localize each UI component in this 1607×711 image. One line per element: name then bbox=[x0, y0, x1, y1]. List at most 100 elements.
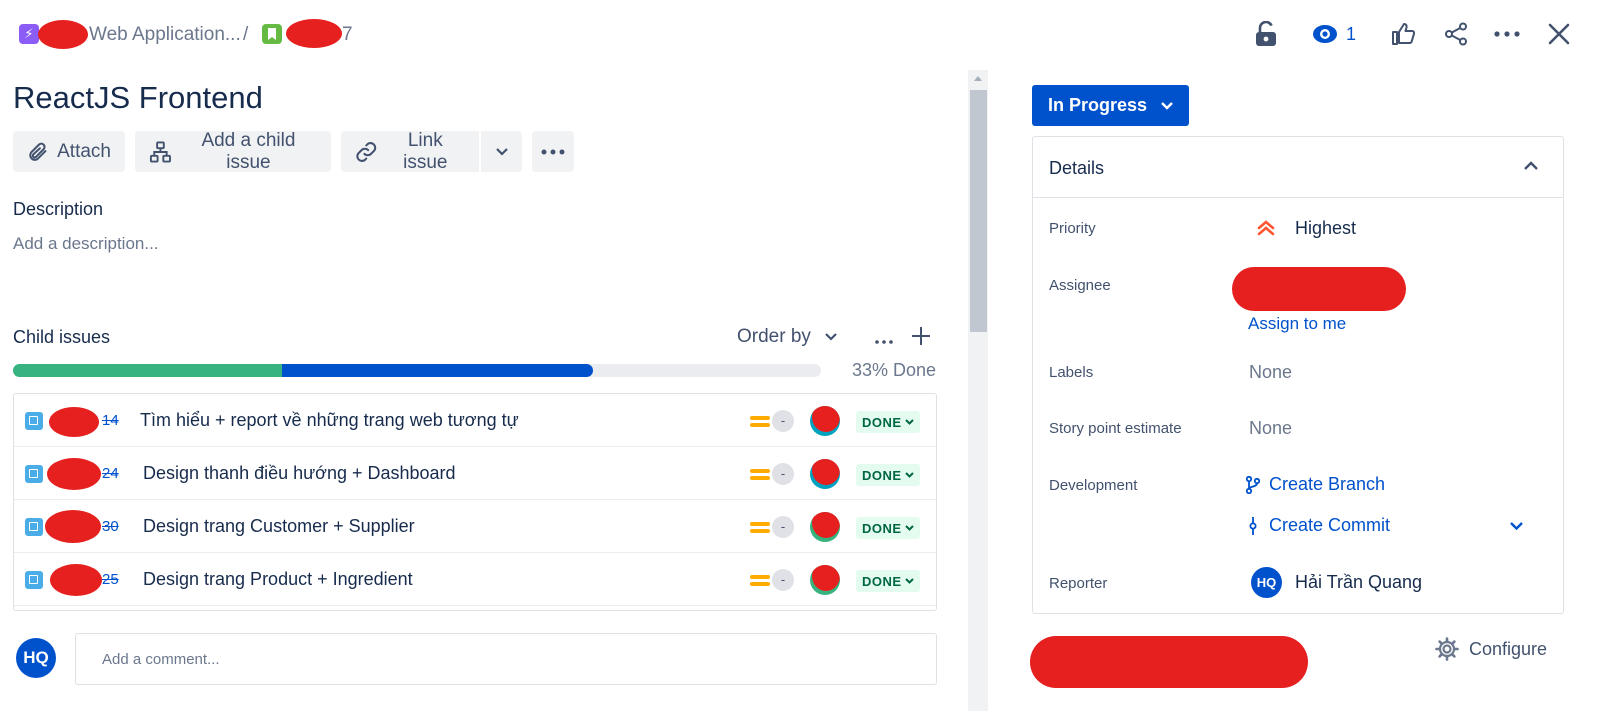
chevron-down-icon bbox=[825, 333, 837, 341]
status-badge[interactable]: DONE bbox=[856, 570, 920, 592]
status-transition-button[interactable]: In Progress bbox=[1032, 85, 1189, 126]
order-by-button[interactable]: Order by bbox=[737, 326, 837, 348]
more-actions-button[interactable] bbox=[1491, 16, 1523, 52]
child-issue-key[interactable]: 25 bbox=[102, 571, 119, 588]
chevron-down-icon[interactable] bbox=[1510, 522, 1523, 530]
status-badge[interactable]: DONE bbox=[856, 517, 920, 539]
labels-value[interactable]: None bbox=[1249, 362, 1292, 383]
breadcrumb-separator: / bbox=[243, 24, 249, 45]
scroll-up-arrow[interactable] bbox=[974, 76, 982, 81]
redacted-assignee bbox=[1232, 267, 1406, 311]
scrollbar-thumb[interactable] bbox=[970, 90, 987, 332]
close-icon bbox=[1548, 23, 1570, 45]
priority-medium-icon bbox=[750, 466, 770, 482]
breadcrumb-project-label: Web Application... bbox=[89, 24, 241, 45]
child-issue-estimate[interactable]: - bbox=[772, 410, 794, 432]
child-issue-key[interactable]: 30 bbox=[102, 518, 119, 535]
link-issue-dropdown[interactable] bbox=[481, 131, 522, 172]
avatar[interactable]: HQ bbox=[16, 638, 56, 678]
child-issue-estimate[interactable]: - bbox=[772, 516, 794, 538]
watch-button[interactable]: 1 bbox=[1308, 16, 1360, 52]
breadcrumb-project[interactable]: Web Application... bbox=[89, 22, 241, 48]
avatar[interactable] bbox=[810, 565, 840, 595]
more-icon bbox=[1494, 31, 1520, 37]
child-issue-key[interactable]: 14 bbox=[102, 412, 119, 429]
chevron-down-icon bbox=[904, 578, 914, 584]
description-placeholder[interactable]: Add a description... bbox=[13, 234, 159, 254]
child-issue-summary[interactable]: Design thanh điều hướng + Dashboard bbox=[143, 463, 456, 484]
chevron-down-icon bbox=[1161, 101, 1173, 110]
attach-button[interactable]: Attach bbox=[13, 131, 125, 172]
add-child-issue-plus-button[interactable] bbox=[908, 322, 934, 352]
avatar[interactable] bbox=[810, 512, 840, 542]
avatar[interactable] bbox=[810, 406, 840, 436]
create-commit-link[interactable]: Create Commit bbox=[1269, 515, 1390, 536]
lock-button[interactable] bbox=[1250, 16, 1282, 52]
child-issues-progress-bar bbox=[13, 364, 821, 377]
comment-input[interactable]: Add a comment... bbox=[75, 633, 937, 685]
priority-label: Priority bbox=[1049, 220, 1096, 237]
lightning-icon: ⚡ bbox=[19, 24, 39, 44]
eye-icon bbox=[1312, 25, 1337, 43]
child-issue-estimate[interactable]: - bbox=[772, 569, 794, 591]
issue-header: ⚡ Web Application... / 7 1 bbox=[0, 0, 1607, 70]
reporter-name[interactable]: Hải Trần Quang bbox=[1295, 572, 1422, 593]
child-issues-more-button[interactable] bbox=[872, 324, 896, 350]
child-issue-summary[interactable]: Design trang Product + Ingredient bbox=[143, 569, 413, 590]
chevron-up-icon[interactable] bbox=[1524, 161, 1538, 170]
status-badge[interactable]: DONE bbox=[856, 464, 920, 486]
reporter-label: Reporter bbox=[1049, 575, 1108, 592]
reporter-avatar-initials: HQ bbox=[1256, 575, 1277, 590]
redacted-key-prefix bbox=[45, 510, 101, 543]
assign-to-me-link[interactable]: Assign to me bbox=[1248, 314, 1346, 334]
more-actions-toolbar-button[interactable] bbox=[532, 131, 574, 172]
priority-value[interactable]: Highest bbox=[1295, 218, 1356, 239]
child-issue-summary[interactable]: Tìm hiểu + report về những trang web tươ… bbox=[140, 410, 519, 431]
child-issues-list: 14 Tìm hiểu + report về những trang web … bbox=[13, 393, 937, 611]
child-issue-row[interactable]: 25 Design trang Product + Ingredient - D… bbox=[14, 553, 936, 606]
progress-done-segment bbox=[13, 364, 283, 377]
link-icon bbox=[356, 141, 377, 162]
close-button[interactable] bbox=[1544, 16, 1574, 52]
labels-label: Labels bbox=[1049, 364, 1094, 381]
child-issue-row[interactable]: 14 Tìm hiểu + report về những trang web … bbox=[14, 394, 936, 447]
child-issue-row[interactable]: 24 Design thanh điều hướng + Dashboard -… bbox=[14, 447, 936, 500]
create-branch-link[interactable]: Create Branch bbox=[1269, 474, 1385, 495]
share-button[interactable] bbox=[1441, 16, 1471, 52]
avatar[interactable] bbox=[810, 459, 840, 489]
child-issue-summary[interactable]: Design trang Customer + Supplier bbox=[143, 516, 415, 537]
issue-title[interactable]: ReactJS Frontend bbox=[13, 80, 263, 116]
subtask-icon bbox=[25, 571, 43, 589]
branch-icon bbox=[1246, 476, 1260, 494]
redacted-issue-key bbox=[286, 19, 342, 48]
description-label: Description bbox=[13, 199, 104, 219]
progress-percent-done: 33% Done bbox=[852, 360, 937, 380]
lock-icon bbox=[1256, 21, 1276, 46]
assignee-label: Assignee bbox=[1049, 277, 1111, 294]
subtask-icon bbox=[25, 465, 43, 483]
status-label: DONE bbox=[862, 414, 902, 430]
status-badge[interactable]: DONE bbox=[856, 411, 920, 433]
details-panel: Details bbox=[1032, 136, 1564, 614]
child-issue-key[interactable]: 24 bbox=[102, 465, 119, 482]
status-transition-label: In Progress bbox=[1048, 95, 1148, 115]
link-issue-label: Link issue bbox=[403, 129, 448, 173]
child-issue-estimate[interactable]: - bbox=[772, 463, 794, 485]
order-by-label: Order by bbox=[737, 326, 811, 347]
details-header[interactable]: Details bbox=[1033, 137, 1563, 198]
comment-avatar-initials: HQ bbox=[23, 648, 49, 667]
more-icon bbox=[875, 340, 893, 344]
avatar[interactable]: HQ bbox=[1251, 567, 1282, 598]
details-title: Details bbox=[1049, 158, 1105, 178]
redacted-key-prefix bbox=[50, 564, 102, 596]
watchers-count: 1 bbox=[1345, 23, 1356, 44]
breadcrumb-issue-key-label: 7 bbox=[342, 24, 353, 45]
link-issue-button[interactable]: Link issue bbox=[341, 129, 479, 173]
breadcrumb-issue-key[interactable]: 7 bbox=[342, 22, 353, 48]
vote-button[interactable] bbox=[1388, 16, 1418, 52]
configure-button[interactable]: Configure bbox=[1435, 637, 1547, 661]
story-point-estimate-value[interactable]: None bbox=[1249, 418, 1292, 439]
add-child-issue-button[interactable]: Add a child issue bbox=[135, 130, 331, 173]
subtask-icon bbox=[25, 412, 43, 430]
child-issue-row[interactable]: 30 Design trang Customer + Supplier - DO… bbox=[14, 500, 936, 553]
